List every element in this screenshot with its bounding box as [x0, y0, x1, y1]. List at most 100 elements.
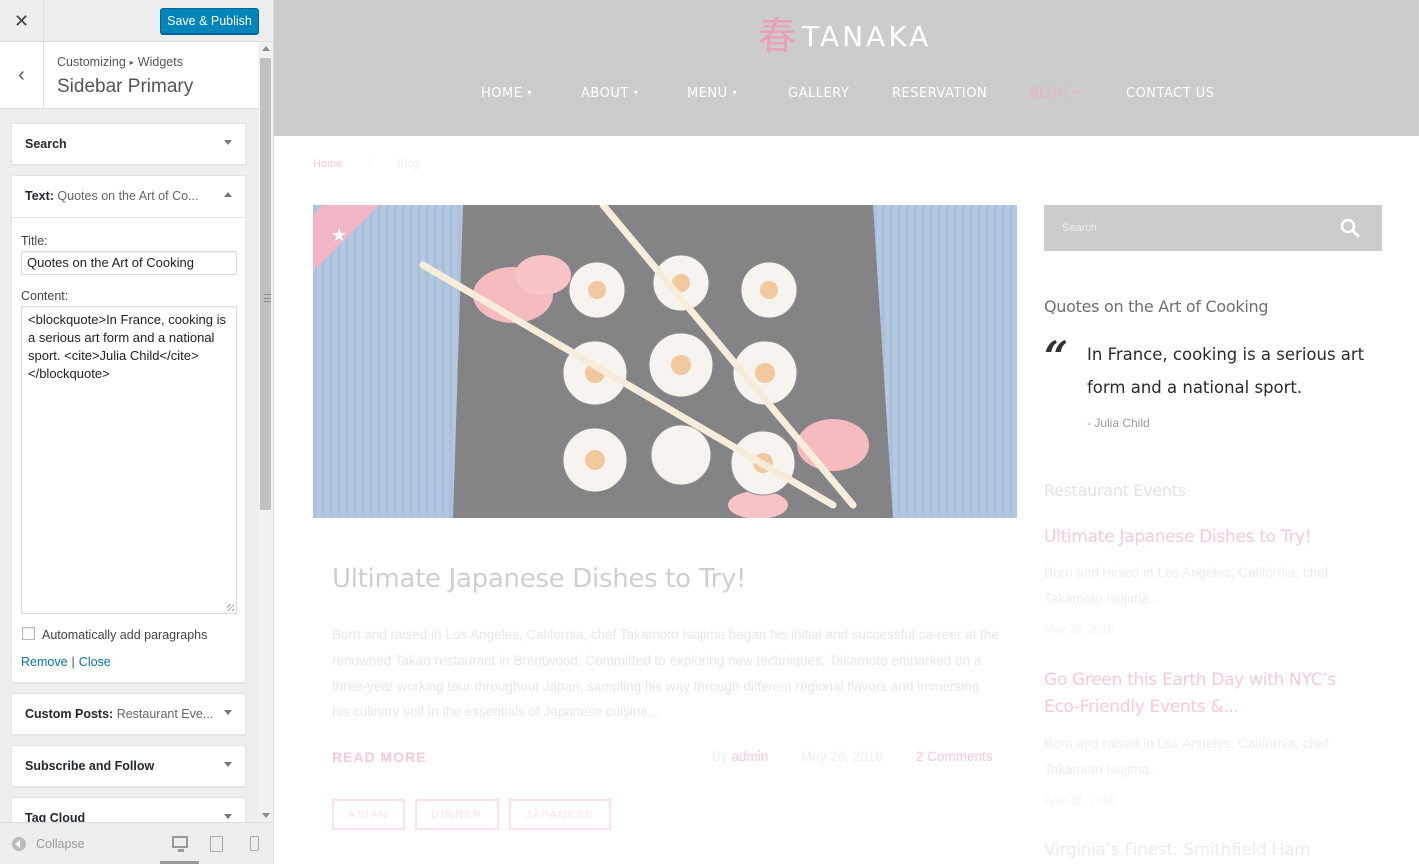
nav-menu[interactable]: MENU ▾: [687, 86, 737, 101]
collapse-arrow-icon: [12, 837, 26, 851]
widget-header[interactable]: Custom Posts: Restaurant Eve...: [12, 694, 245, 734]
post-title[interactable]: Ultimate Japanese Dishes to Try!: [332, 564, 746, 594]
back-arrow-icon[interactable]: ‹: [0, 42, 44, 108]
widget-toggle-arrow-icon[interactable]: [224, 762, 232, 767]
tablet-icon[interactable]: [210, 836, 223, 852]
nav-about[interactable]: ABOUT ▾: [581, 86, 638, 101]
event-date: April 12, 2016: [1044, 795, 1115, 807]
widget-tag-cloud[interactable]: Tag Cloud: [11, 797, 246, 822]
tag-japanese[interactable]: JAPANESE: [509, 799, 611, 830]
image-overlay: [313, 205, 1017, 518]
search-placeholder: Search: [1062, 222, 1097, 234]
customizer-header: ✕ Save & Publish: [0, 0, 273, 42]
content-value: <blockquote>In France, cooking is a seri…: [28, 312, 227, 381]
nav-blog[interactable]: BLOG ▾: [1030, 86, 1078, 101]
event-excerpt: Born and raised in Los Angeles, Californ…: [1044, 565, 1329, 606]
tag-dinner[interactable]: DINNER: [415, 799, 499, 830]
post-date: May 26, 2016: [801, 749, 883, 764]
read-more-link[interactable]: READ MORE: [332, 749, 427, 765]
event-title-link[interactable]: Go Green this Earth Day with NYC’s Eco-F…: [1044, 667, 1364, 721]
close-icon[interactable]: ✕: [0, 0, 44, 42]
site-header: 春 TANAKA HOME ▾ ABOUT ▾ MENU ▾ GALLERY RESE…: [274, 0, 1419, 136]
widget-actions: Remove | Close: [21, 655, 111, 669]
collapse-label: Collapse: [36, 837, 85, 851]
author-link[interactable]: admin: [732, 749, 769, 764]
site-preview: 春 TANAKA HOME ▾ ABOUT ▾ MENU ▾ GALLERY RESE…: [274, 0, 1419, 864]
resize-handle-icon[interactable]: [227, 604, 234, 611]
nav-gallery[interactable]: GALLERY: [788, 86, 849, 101]
widget-title: Subscribe and Follow: [25, 759, 155, 773]
quote-mark-icon: “: [1044, 332, 1069, 381]
customizer-scrollbar[interactable]: [258, 42, 273, 822]
scroll-down-arrow-icon[interactable]: [262, 813, 270, 818]
widget-header[interactable]: Search: [12, 124, 245, 164]
event-title-link[interactable]: Ultimate Japanese Dishes to Try!: [1044, 524, 1364, 551]
breadcrumb: Customizing ▸ Widgets: [57, 55, 183, 69]
event-date: May 26, 2016: [1044, 624, 1114, 636]
scrollbar-thumb[interactable]: [260, 58, 271, 510]
customizer-controls: ‹ Customizing ▸ Widgets Sidebar Primary Se…: [0, 42, 258, 822]
widget-title: Custom Posts: Restaurant Eve...: [25, 707, 214, 721]
logo-mark-icon: 春: [758, 14, 797, 58]
section-heading: Sidebar Primary: [57, 76, 194, 97]
collapse-button[interactable]: Collapse: [12, 837, 85, 851]
chevron-down-icon: ▾: [1073, 88, 1078, 97]
breadcrumb-current: Blog: [397, 158, 420, 170]
widget-header[interactable]: Subscribe and Follow: [12, 746, 245, 786]
widget-toggle-arrow-icon[interactable]: [224, 710, 232, 715]
section-title-bar: ‹ Customizing ▸ Widgets Sidebar Primary: [0, 42, 258, 109]
breadcrumb-separator-icon: ▸: [129, 58, 134, 67]
page-breadcrumb: Home / Blog: [313, 158, 419, 170]
search-icon[interactable]: [1340, 218, 1360, 238]
widget-toggle-arrow-icon[interactable]: [224, 192, 232, 197]
remove-link[interactable]: Remove: [21, 655, 68, 669]
events-widget-heading: Restaurant Events: [1044, 481, 1186, 500]
close-link[interactable]: Close: [79, 655, 111, 669]
widget-custom-posts[interactable]: Custom Posts: Restaurant Eve...: [11, 693, 246, 735]
nav-contact[interactable]: CONTACT US: [1126, 86, 1215, 101]
chevron-down-icon: ▾: [732, 88, 738, 97]
nav-home[interactable]: HOME ▾: [481, 86, 532, 101]
widget-subscribe-follow[interactable]: Subscribe and Follow: [11, 745, 246, 787]
sidebar-search-field[interactable]: Search: [1044, 205, 1382, 251]
auto-paragraphs-checkbox[interactable]: [22, 627, 35, 640]
breadcrumb-home-link[interactable]: Home: [313, 158, 342, 170]
save-publish-button[interactable]: Save & Publish: [160, 8, 259, 34]
grip-icon: [264, 294, 271, 302]
nav-reservation[interactable]: RESERVATION: [892, 86, 987, 101]
desktop-icon[interactable]: [172, 836, 188, 852]
widget-header[interactable]: Tag Cloud: [12, 798, 245, 822]
event-title-link[interactable]: Virginia’s Finest: Smithfield Ham: [1044, 837, 1364, 864]
post-comments-link[interactable]: 2 Comments: [916, 749, 993, 764]
title-label: Title:: [21, 234, 48, 248]
breadcrumb-root: Customizing: [57, 55, 126, 69]
widget-toggle-arrow-icon[interactable]: [224, 814, 232, 819]
quote-widget-heading: Quotes on the Art of Cooking: [1044, 297, 1269, 316]
auto-paragraphs-label: Automatically add paragraphs: [42, 628, 208, 642]
scroll-up-arrow-icon[interactable]: [262, 46, 270, 51]
widget-header[interactable]: Text: Quotes on the Art of Co...: [12, 176, 245, 216]
post-featured-image[interactable]: ★: [313, 205, 1017, 518]
chevron-down-icon: ▾: [633, 88, 639, 97]
widget-form: Title: Quotes on the Art of Cooking Cont…: [12, 217, 247, 669]
post-excerpt: Born and raised in Los Angeles, Californ…: [332, 627, 999, 720]
widget-search[interactable]: Search: [11, 123, 246, 165]
breadcrumb-separator: /: [368, 158, 372, 170]
quote-text: In France, cooking is a serious art form…: [1087, 345, 1365, 397]
post-author: By admin: [712, 749, 769, 764]
widget-text[interactable]: Text: Quotes on the Art of Co... Title: …: [11, 175, 247, 683]
chevron-down-icon: ▾: [527, 88, 532, 97]
site-logo[interactable]: 春 TANAKA: [758, 16, 931, 56]
event-excerpt: Born and raised in Los Angeles, Californ…: [1044, 736, 1329, 777]
action-separator: |: [71, 655, 75, 669]
customizer-panel: ✕ Save & Publish ‹ Customizing ▸ Widgets S…: [0, 0, 274, 864]
tag-asian[interactable]: ASIAN: [332, 799, 405, 830]
widget-title: Text: Quotes on the Art of Co...: [25, 189, 199, 203]
content-textarea[interactable]: <blockquote>In France, cooking is a seri…: [21, 306, 237, 614]
logo-text: TANAKA: [802, 19, 932, 53]
widget-toggle-arrow-icon[interactable]: [224, 140, 232, 145]
title-field[interactable]: Quotes on the Art of Cooking: [21, 251, 237, 275]
widget-title: Tag Cloud: [25, 811, 86, 822]
breadcrumb-section: Widgets: [137, 55, 183, 69]
mobile-icon[interactable]: [250, 836, 259, 851]
